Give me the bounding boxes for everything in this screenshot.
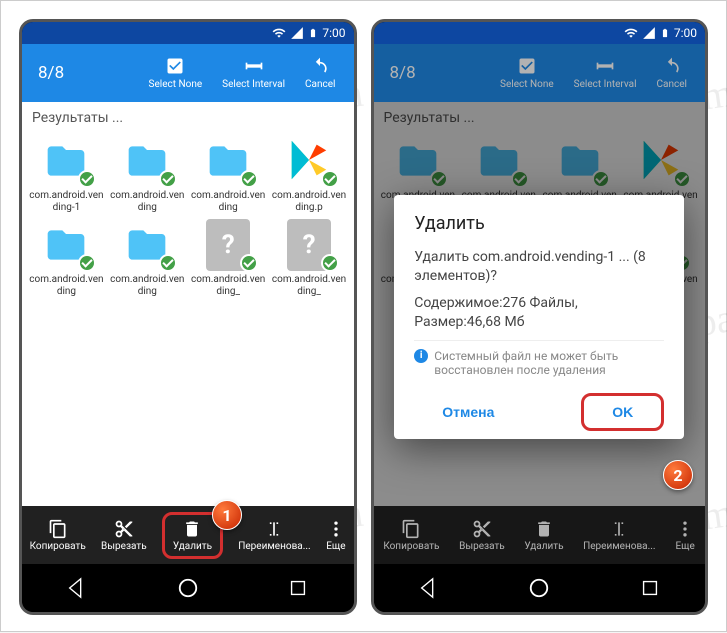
phone-left: 7:00 8/8 Select None Select Interval Can… bbox=[19, 19, 357, 615]
rename-button[interactable]: Переименова... bbox=[238, 519, 310, 552]
file-label: com.android.vending_ bbox=[271, 272, 348, 298]
select-interval-button[interactable]: Select Interval bbox=[214, 56, 293, 90]
select-none-button[interactable]: Select None bbox=[492, 56, 562, 90]
nav-home-icon[interactable] bbox=[177, 577, 199, 599]
signal-icon bbox=[290, 26, 304, 40]
nav-home-icon[interactable] bbox=[528, 577, 550, 599]
selected-check-icon bbox=[159, 170, 177, 188]
wifi-icon bbox=[624, 26, 638, 40]
select-interval-button[interactable]: Select Interval bbox=[566, 56, 645, 90]
file-item[interactable]: com.android.vending bbox=[28, 218, 105, 298]
file-label: com.android.vending bbox=[28, 272, 105, 298]
file-label: com.android.vending bbox=[109, 188, 186, 214]
selected-check-icon bbox=[78, 254, 96, 272]
wifi-icon bbox=[272, 26, 286, 40]
cancel-button[interactable]: Cancel bbox=[297, 56, 343, 90]
copy-button[interactable]: Копировать bbox=[383, 519, 439, 552]
file-grid-area: Результаты ... com.android.vending-1com.… bbox=[22, 102, 354, 542]
file-label: com.android.vending.p bbox=[271, 188, 348, 214]
select-none-button[interactable]: Select None bbox=[141, 56, 211, 90]
bottom-toolbar: Копировать Вырезать Удалить Переименова.… bbox=[374, 506, 706, 564]
selection-appbar: 8/8 Select None Select Interval Cancel bbox=[22, 44, 354, 102]
clock: 7:00 bbox=[674, 26, 697, 40]
battery-icon bbox=[308, 26, 318, 40]
cancel-button[interactable]: Cancel bbox=[649, 56, 695, 90]
selection-appbar: 8/8 Select None Select Interval Cancel bbox=[374, 44, 706, 102]
step-marker-1: 1 bbox=[212, 500, 242, 530]
step-marker-2: 2 bbox=[663, 460, 693, 490]
more-button[interactable]: Еще bbox=[675, 519, 695, 552]
cut-button[interactable]: Вырезать bbox=[459, 519, 505, 552]
selected-check-icon bbox=[78, 170, 96, 188]
battery-icon bbox=[660, 26, 670, 40]
file-item[interactable]: com.android.vending bbox=[109, 134, 186, 214]
dialog-warning: i Системный файл не может быть восстанов… bbox=[414, 340, 664, 377]
file-label: com.android.vending bbox=[190, 188, 267, 214]
cut-button[interactable]: Вырезать bbox=[101, 519, 147, 552]
nav-recent-icon[interactable] bbox=[287, 577, 309, 599]
dialog-message-1: Удалить com.android.vending-1 ... (8 эле… bbox=[414, 248, 664, 286]
selected-check-icon bbox=[159, 254, 177, 272]
dialog-message-2: Содержимое:276 Файлы, Размер:46,68 Мб bbox=[414, 294, 664, 332]
trash-icon bbox=[534, 519, 554, 539]
bottom-toolbar: Копировать Вырезать Удалить Переименова.… bbox=[22, 506, 354, 564]
android-navbar bbox=[374, 564, 706, 612]
selected-check-icon bbox=[321, 170, 339, 188]
delete-button[interactable]: Удалить bbox=[524, 519, 563, 552]
delete-confirm-dialog: Удалить Удалить com.android.vending-1 ..… bbox=[394, 195, 684, 439]
file-label: com.android.vending bbox=[109, 272, 186, 298]
dialog-ok-button[interactable]: OK bbox=[581, 393, 664, 431]
selection-counter: 8/8 bbox=[38, 63, 64, 83]
selected-check-icon bbox=[430, 170, 448, 188]
more-button[interactable]: Еще bbox=[326, 519, 346, 552]
breadcrumb: Результаты ... bbox=[22, 102, 354, 130]
nav-back-icon[interactable] bbox=[66, 577, 88, 599]
rename-button[interactable]: Переименова... bbox=[583, 519, 655, 552]
status-bar: 7:00 bbox=[374, 22, 706, 44]
selected-check-icon bbox=[592, 170, 610, 188]
selected-check-icon bbox=[511, 170, 529, 188]
android-navbar bbox=[22, 564, 354, 612]
file-item[interactable]: com.android.vending.p bbox=[271, 134, 348, 214]
selected-check-icon bbox=[321, 254, 339, 272]
file-label: com.android.vending_ bbox=[190, 272, 267, 298]
breadcrumb: Результаты ... bbox=[374, 102, 706, 130]
file-item[interactable]: com.android.vending bbox=[109, 218, 186, 298]
selected-check-icon bbox=[240, 254, 258, 272]
selected-check-icon bbox=[240, 170, 258, 188]
info-icon: i bbox=[414, 349, 428, 363]
dialog-cancel-button[interactable]: Отмена bbox=[414, 393, 522, 431]
file-item[interactable]: com.android.vending_ bbox=[190, 218, 267, 298]
copy-button[interactable]: Копировать bbox=[30, 519, 86, 552]
file-item[interactable]: com.android.vending-1 bbox=[28, 134, 105, 214]
tutorial-composite: Soringpcrepair.Com Soringpcrepair.Com So… bbox=[0, 0, 727, 632]
trash-icon bbox=[182, 519, 202, 539]
selection-counter: 8/8 bbox=[390, 63, 416, 83]
clock: 7:00 bbox=[322, 26, 345, 40]
file-item[interactable]: com.android.vending bbox=[190, 134, 267, 214]
file-item[interactable]: com.android.vending_ bbox=[271, 218, 348, 298]
phone-right: 7:00 8/8 Select None Select Interval Can… bbox=[371, 19, 709, 615]
selected-check-icon bbox=[673, 170, 691, 188]
status-bar: 7:00 bbox=[22, 22, 354, 44]
dialog-title: Удалить bbox=[414, 213, 664, 234]
signal-icon bbox=[642, 26, 656, 40]
file-label: com.android.vending-1 bbox=[28, 188, 105, 214]
nav-recent-icon[interactable] bbox=[639, 577, 661, 599]
nav-back-icon[interactable] bbox=[418, 577, 440, 599]
